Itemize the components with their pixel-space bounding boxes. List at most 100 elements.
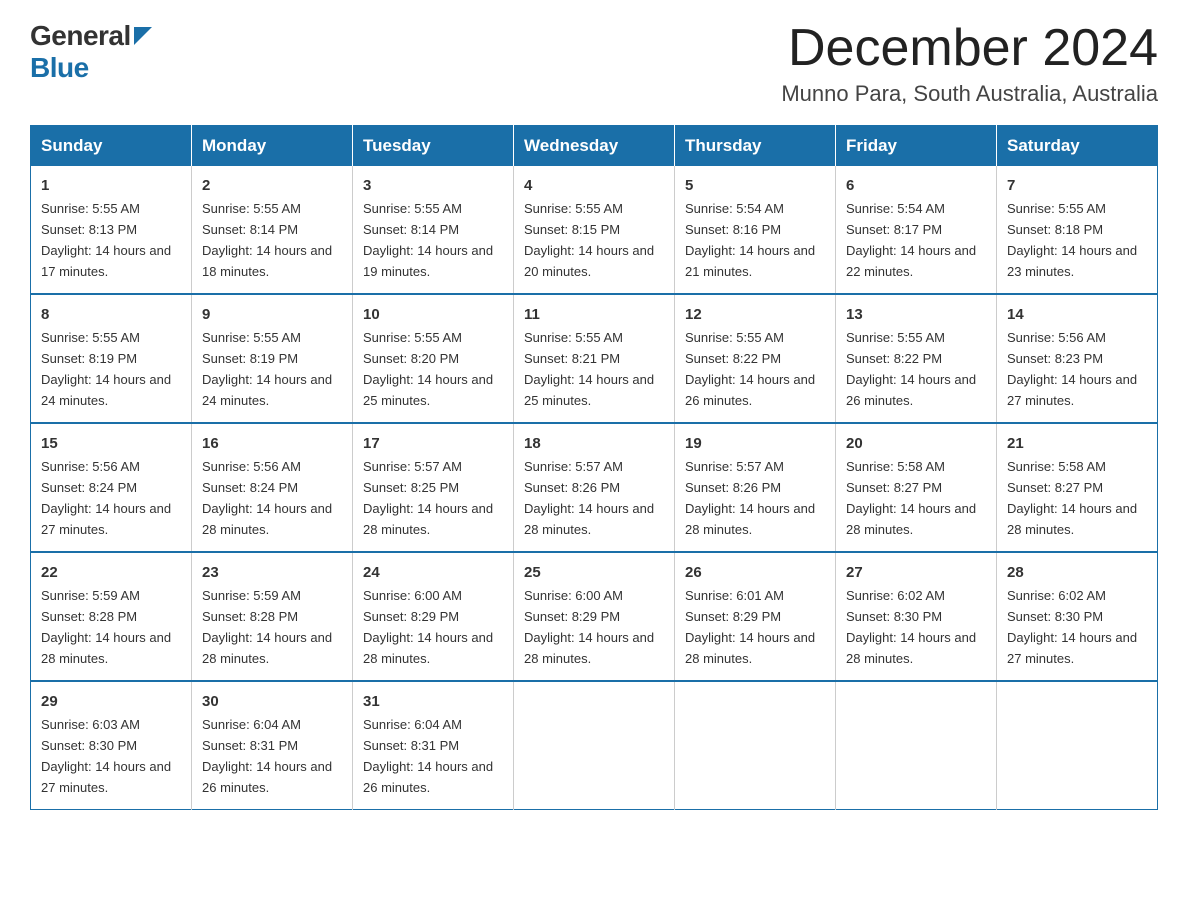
weekday-header-sunday: Sunday [31,126,192,167]
day-info: Sunrise: 5:55 AMSunset: 8:21 PMDaylight:… [524,330,654,408]
logo-blue-text: Blue [30,52,89,84]
day-info: Sunrise: 6:02 AMSunset: 8:30 PMDaylight:… [1007,588,1137,666]
day-info: Sunrise: 6:04 AMSunset: 8:31 PMDaylight:… [202,717,332,795]
logo: General Blue [30,20,152,84]
day-info: Sunrise: 5:54 AMSunset: 8:16 PMDaylight:… [685,201,815,279]
day-number: 24 [363,561,503,584]
logo-row2: Blue [30,52,152,84]
calendar-cell: 31 Sunrise: 6:04 AMSunset: 8:31 PMDaylig… [353,681,514,809]
day-number: 13 [846,303,986,326]
weekday-header-wednesday: Wednesday [514,126,675,167]
day-number: 14 [1007,303,1147,326]
day-info: Sunrise: 6:04 AMSunset: 8:31 PMDaylight:… [363,717,493,795]
day-info: Sunrise: 5:54 AMSunset: 8:17 PMDaylight:… [846,201,976,279]
day-info: Sunrise: 5:55 AMSunset: 8:18 PMDaylight:… [1007,201,1137,279]
title-section: December 2024 Munno Para, South Australi… [781,20,1158,107]
day-number: 31 [363,690,503,713]
calendar-cell: 10 Sunrise: 5:55 AMSunset: 8:20 PMDaylig… [353,294,514,423]
day-number: 6 [846,174,986,197]
header: General Blue December 2024 Munno Para, S… [30,20,1158,107]
calendar-table: SundayMondayTuesdayWednesdayThursdayFrid… [30,125,1158,810]
day-number: 10 [363,303,503,326]
day-number: 27 [846,561,986,584]
calendar-cell: 21 Sunrise: 5:58 AMSunset: 8:27 PMDaylig… [997,423,1158,552]
calendar-cell: 2 Sunrise: 5:55 AMSunset: 8:14 PMDayligh… [192,166,353,294]
weekday-header-monday: Monday [192,126,353,167]
day-info: Sunrise: 5:56 AMSunset: 8:24 PMDaylight:… [202,459,332,537]
calendar-cell: 26 Sunrise: 6:01 AMSunset: 8:29 PMDaylig… [675,552,836,681]
logo-arrow-icon [134,27,152,45]
calendar-cell: 11 Sunrise: 5:55 AMSunset: 8:21 PMDaylig… [514,294,675,423]
calendar-cell: 25 Sunrise: 6:00 AMSunset: 8:29 PMDaylig… [514,552,675,681]
day-number: 12 [685,303,825,326]
day-number: 5 [685,174,825,197]
day-info: Sunrise: 6:02 AMSunset: 8:30 PMDaylight:… [846,588,976,666]
calendar-cell: 28 Sunrise: 6:02 AMSunset: 8:30 PMDaylig… [997,552,1158,681]
weekday-row: SundayMondayTuesdayWednesdayThursdayFrid… [31,126,1158,167]
day-info: Sunrise: 5:55 AMSunset: 8:19 PMDaylight:… [202,330,332,408]
week-row-4: 22 Sunrise: 5:59 AMSunset: 8:28 PMDaylig… [31,552,1158,681]
day-number: 19 [685,432,825,455]
day-info: Sunrise: 6:00 AMSunset: 8:29 PMDaylight:… [524,588,654,666]
calendar-cell: 27 Sunrise: 6:02 AMSunset: 8:30 PMDaylig… [836,552,997,681]
day-info: Sunrise: 5:55 AMSunset: 8:15 PMDaylight:… [524,201,654,279]
weekday-header-tuesday: Tuesday [353,126,514,167]
day-info: Sunrise: 5:55 AMSunset: 8:19 PMDaylight:… [41,330,171,408]
day-info: Sunrise: 5:56 AMSunset: 8:23 PMDaylight:… [1007,330,1137,408]
calendar-cell: 23 Sunrise: 5:59 AMSunset: 8:28 PMDaylig… [192,552,353,681]
day-number: 25 [524,561,664,584]
day-number: 21 [1007,432,1147,455]
calendar-cell: 18 Sunrise: 5:57 AMSunset: 8:26 PMDaylig… [514,423,675,552]
day-info: Sunrise: 5:55 AMSunset: 8:14 PMDaylight:… [363,201,493,279]
day-number: 30 [202,690,342,713]
day-number: 26 [685,561,825,584]
calendar-cell: 22 Sunrise: 5:59 AMSunset: 8:28 PMDaylig… [31,552,192,681]
weekday-header-saturday: Saturday [997,126,1158,167]
calendar-cell: 5 Sunrise: 5:54 AMSunset: 8:16 PMDayligh… [675,166,836,294]
calendar-cell: 20 Sunrise: 5:58 AMSunset: 8:27 PMDaylig… [836,423,997,552]
day-number: 1 [41,174,181,197]
day-number: 9 [202,303,342,326]
day-info: Sunrise: 5:55 AMSunset: 8:22 PMDaylight:… [685,330,815,408]
calendar-cell: 17 Sunrise: 5:57 AMSunset: 8:25 PMDaylig… [353,423,514,552]
day-number: 15 [41,432,181,455]
calendar-cell: 30 Sunrise: 6:04 AMSunset: 8:31 PMDaylig… [192,681,353,809]
week-row-3: 15 Sunrise: 5:56 AMSunset: 8:24 PMDaylig… [31,423,1158,552]
calendar-cell: 8 Sunrise: 5:55 AMSunset: 8:19 PMDayligh… [31,294,192,423]
calendar-body: 1 Sunrise: 5:55 AMSunset: 8:13 PMDayligh… [31,166,1158,809]
day-info: Sunrise: 5:57 AMSunset: 8:26 PMDaylight:… [524,459,654,537]
day-info: Sunrise: 5:55 AMSunset: 8:13 PMDaylight:… [41,201,171,279]
calendar-cell: 6 Sunrise: 5:54 AMSunset: 8:17 PMDayligh… [836,166,997,294]
week-row-2: 8 Sunrise: 5:55 AMSunset: 8:19 PMDayligh… [31,294,1158,423]
calendar-cell: 4 Sunrise: 5:55 AMSunset: 8:15 PMDayligh… [514,166,675,294]
calendar-cell: 16 Sunrise: 5:56 AMSunset: 8:24 PMDaylig… [192,423,353,552]
day-number: 16 [202,432,342,455]
calendar-cell: 12 Sunrise: 5:55 AMSunset: 8:22 PMDaylig… [675,294,836,423]
day-info: Sunrise: 5:57 AMSunset: 8:25 PMDaylight:… [363,459,493,537]
day-info: Sunrise: 6:01 AMSunset: 8:29 PMDaylight:… [685,588,815,666]
day-number: 2 [202,174,342,197]
day-number: 11 [524,303,664,326]
calendar-cell [675,681,836,809]
day-number: 22 [41,561,181,584]
page: General Blue December 2024 Munno Para, S… [0,0,1188,840]
calendar-cell [997,681,1158,809]
week-row-5: 29 Sunrise: 6:03 AMSunset: 8:30 PMDaylig… [31,681,1158,809]
location: Munno Para, South Australia, Australia [781,81,1158,107]
day-info: Sunrise: 5:59 AMSunset: 8:28 PMDaylight:… [41,588,171,666]
day-number: 20 [846,432,986,455]
calendar-cell: 7 Sunrise: 5:55 AMSunset: 8:18 PMDayligh… [997,166,1158,294]
day-info: Sunrise: 5:58 AMSunset: 8:27 PMDaylight:… [846,459,976,537]
calendar-cell: 19 Sunrise: 5:57 AMSunset: 8:26 PMDaylig… [675,423,836,552]
day-info: Sunrise: 5:55 AMSunset: 8:20 PMDaylight:… [363,330,493,408]
calendar-title: December 2024 [781,20,1158,77]
calendar-cell: 13 Sunrise: 5:55 AMSunset: 8:22 PMDaylig… [836,294,997,423]
day-info: Sunrise: 5:57 AMSunset: 8:26 PMDaylight:… [685,459,815,537]
day-number: 18 [524,432,664,455]
day-number: 29 [41,690,181,713]
logo-general-text: General [30,20,131,52]
calendar-cell: 14 Sunrise: 5:56 AMSunset: 8:23 PMDaylig… [997,294,1158,423]
day-number: 4 [524,174,664,197]
calendar-cell: 1 Sunrise: 5:55 AMSunset: 8:13 PMDayligh… [31,166,192,294]
calendar-cell: 24 Sunrise: 6:00 AMSunset: 8:29 PMDaylig… [353,552,514,681]
